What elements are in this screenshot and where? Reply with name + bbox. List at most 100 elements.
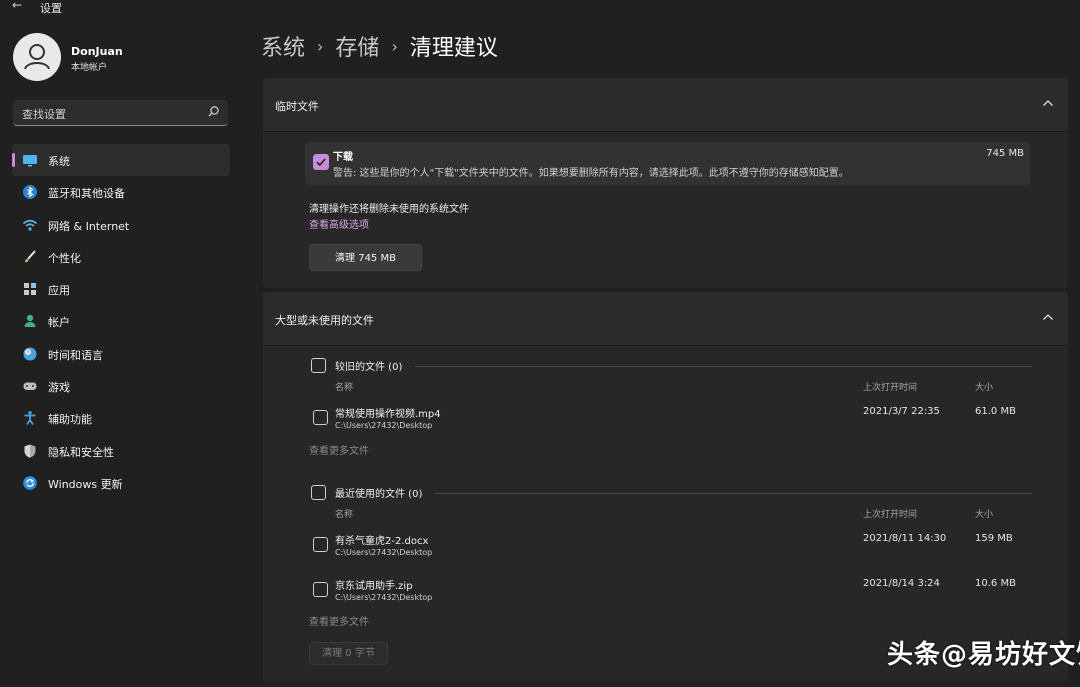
file-name: 京东试用助手.zip <box>335 581 413 592</box>
chevron-right-icon: › <box>391 37 398 56</box>
recent-files-checkbox[interactable] <box>311 485 326 500</box>
downloads-size: 745 MB <box>986 148 1024 159</box>
sidebar-item-accounts[interactable]: 帐户 <box>12 305 230 337</box>
file-opened-date: 2021/3/7 22:35 <box>863 406 940 417</box>
breadcrumb-system[interactable]: 系统 <box>261 36 305 61</box>
bluetooth-icon <box>23 185 37 200</box>
search-icon[interactable] <box>207 105 220 118</box>
column-size: 大小 <box>975 383 994 393</box>
sidebar-item-gaming[interactable]: 游戏 <box>12 370 230 402</box>
sidebar-item-label: 辅助功能 <box>48 413 92 427</box>
recent-files-label: 最近使用的文件 (0) <box>335 489 423 500</box>
globe-clock-icon <box>23 347 37 361</box>
column-opened: 上次打开时间 <box>863 510 918 520</box>
avatar <box>13 33 61 81</box>
sidebar-item-label: 个性化 <box>48 251 81 265</box>
file-size: 61.0 MB <box>975 406 1016 417</box>
user-name: DonJuan <box>71 45 123 58</box>
update-icon <box>23 476 37 490</box>
sidebar-item-apps[interactable]: 应用 <box>12 273 230 305</box>
sidebar-item-label: 蓝牙和其他设备 <box>48 187 125 201</box>
file-checkbox[interactable] <box>313 537 328 552</box>
downloads-label: 下载 <box>333 152 353 163</box>
sidebar-item-label: 系统 <box>48 155 70 168</box>
file-checkbox[interactable] <box>313 582 328 597</box>
file-path: C:\Users\27432\Desktop <box>335 593 433 602</box>
chevron-up-icon[interactable] <box>1042 313 1054 321</box>
system-files-note: 清理操作还将删除未使用的系统文件 <box>309 204 469 215</box>
file-opened-date: 2021/8/11 14:30 <box>863 533 947 544</box>
sidebar-item-privacy[interactable]: 隐私和安全性 <box>12 435 230 467</box>
chevron-up-icon[interactable] <box>1042 99 1054 107</box>
sidebar-item-label: 帐户 <box>48 316 70 330</box>
checkmark-icon <box>316 158 326 167</box>
large-files-header[interactable]: 大型或未使用的文件 <box>263 292 1068 346</box>
account-type: 本地帐户 <box>71 63 108 73</box>
column-opened: 上次打开时间 <box>863 383 918 393</box>
file-path: C:\Users\27432\Desktop <box>335 421 433 430</box>
see-more-files-link[interactable]: 查看更多文件 <box>309 442 369 457</box>
large-files-body: 较旧的文件 (0) 名称 上次打开时间 大小 常规使用操作视频.mp4 C:\U… <box>263 346 1068 682</box>
back-arrow-icon[interactable]: ← <box>12 0 22 12</box>
clean-large-files-button[interactable]: 清理 0 字节 <box>309 642 388 665</box>
older-files-checkbox[interactable] <box>311 358 326 373</box>
sidebar-item-network[interactable]: 网络 & Internet <box>12 209 230 241</box>
search-input[interactable]: 查找设置 <box>13 100 228 126</box>
sidebar-item-windows-update[interactable]: Windows 更新 <box>12 467 230 499</box>
temp-files-header[interactable]: 临时文件 <box>263 78 1068 132</box>
sidebar-item-label: 时间和语言 <box>48 348 103 362</box>
section-title: 大型或未使用的文件 <box>275 314 374 327</box>
file-name: 常规使用操作视频.mp4 <box>335 409 441 420</box>
sidebar-nav: 系统 蓝牙和其他设备 网络 & Internet 个性化 应用 帐户 时间和语言… <box>12 144 230 499</box>
breadcrumb-storage[interactable]: 存储 <box>335 36 379 61</box>
sidebar-item-label: 应用 <box>48 284 70 298</box>
person-avatar-icon <box>24 44 50 70</box>
sidebar-item-label: 游戏 <box>48 381 70 395</box>
chevron-right-icon: › <box>317 37 324 56</box>
sidebar-item-label: Windows 更新 <box>48 477 123 491</box>
divider <box>415 366 1032 367</box>
window-title: 设置 <box>40 2 62 15</box>
column-size: 大小 <box>975 510 994 520</box>
sidebar-item-time-language[interactable]: 时间和语言 <box>12 338 230 370</box>
sidebar-item-system[interactable]: 系统 <box>12 144 230 177</box>
downloads-row[interactable]: 下载 警告: 这些是你的个人"下载"文件夹中的文件。如果想要删除所有内容，请选择… <box>305 142 1030 185</box>
accessibility-icon <box>24 411 36 426</box>
downloads-warning: 警告: 这些是你的个人"下载"文件夹中的文件。如果想要删除所有内容，请选择此项。… <box>333 168 849 179</box>
older-files-label: 较旧的文件 (0) <box>335 362 403 373</box>
gamepad-icon <box>23 382 37 391</box>
file-size: 10.6 MB <box>975 578 1016 589</box>
sidebar-item-personalization[interactable]: 个性化 <box>12 241 230 273</box>
file-size: 159 MB <box>975 533 1013 544</box>
monitor-icon <box>23 155 37 167</box>
shield-icon <box>24 444 36 458</box>
sidebar-item-accessibility[interactable]: 辅助功能 <box>12 402 230 434</box>
clean-temp-button[interactable]: 清理 745 MB <box>309 244 422 271</box>
file-path: C:\Users\27432\Desktop <box>335 548 433 557</box>
apps-icon <box>24 283 36 296</box>
file-name: 有杀气童虎2-2.docx <box>335 536 429 547</box>
breadcrumb: 系统 › 存储 › 清理建议 <box>261 30 498 62</box>
temp-files-card: 临时文件 下载 警告: 这些是你的个人"下载"文件夹中的文件。如果想要删除所有内… <box>263 78 1068 288</box>
file-checkbox[interactable] <box>313 410 328 425</box>
sidebar-item-label: 网络 & Internet <box>48 219 130 233</box>
page-title: 清理建议 <box>409 36 498 61</box>
wifi-icon <box>22 219 38 231</box>
person-icon <box>24 315 36 328</box>
divider <box>435 493 1032 494</box>
column-name: 名称 <box>335 383 354 393</box>
user-profile[interactable]: DonJuan 本地帐户 <box>13 33 233 83</box>
title-bar: ← 设置 <box>0 0 1080 16</box>
search-placeholder: 查找设置 <box>22 108 66 121</box>
column-name: 名称 <box>335 510 354 520</box>
downloads-checkbox[interactable] <box>313 154 329 170</box>
temp-files-body: 下载 警告: 这些是你的个人"下载"文件夹中的文件。如果想要删除所有内容，请选择… <box>263 132 1068 288</box>
advanced-options-link[interactable]: 查看高级选项 <box>309 216 369 231</box>
sidebar-item-bluetooth[interactable]: 蓝牙和其他设备 <box>12 176 230 208</box>
large-files-card: 大型或未使用的文件 较旧的文件 (0) 名称 上次打开时间 大小 常规使用操作视… <box>263 292 1068 682</box>
sidebar-item-label: 隐私和安全性 <box>48 445 114 459</box>
file-opened-date: 2021/8/14 3:24 <box>863 578 940 589</box>
section-title: 临时文件 <box>275 100 319 113</box>
see-more-files-link[interactable]: 查看更多文件 <box>309 613 369 628</box>
watermark-text: 头条@易坊好文馆 <box>887 640 1080 670</box>
